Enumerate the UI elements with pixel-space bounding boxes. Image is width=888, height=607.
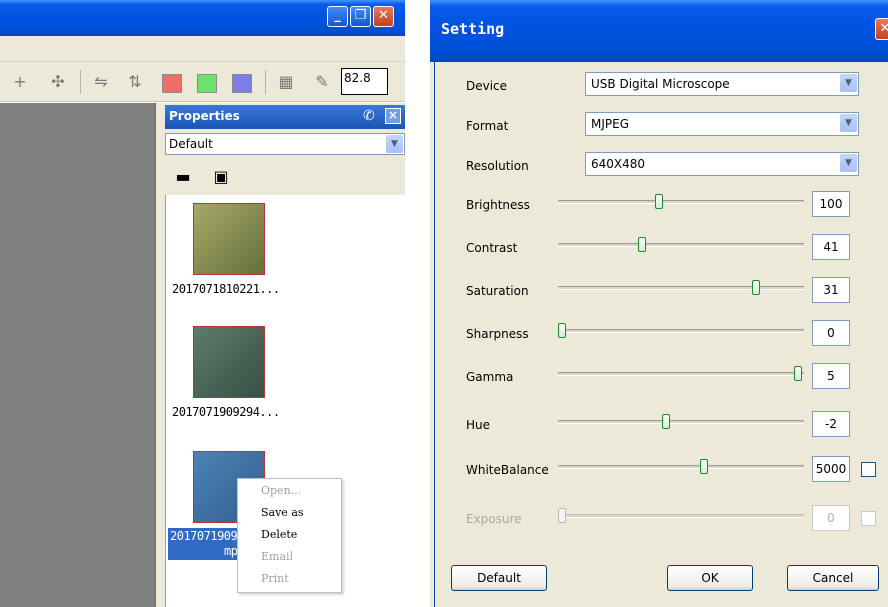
gamma-value[interactable]: 5 bbox=[812, 363, 850, 389]
context-print-item[interactable]: Print bbox=[261, 572, 289, 590]
thumbnail-label: 2017071810221... bbox=[172, 282, 280, 296]
saturation-label: Saturation bbox=[466, 284, 529, 298]
sharpness-label: Sharpness bbox=[466, 327, 529, 341]
exposure-label: Exposure bbox=[466, 512, 522, 526]
chevron-down-icon[interactable]: ▼ bbox=[840, 74, 857, 92]
minimize-button[interactable]: _ bbox=[327, 6, 348, 27]
properties-mode-select[interactable]: Default ▼ bbox=[165, 133, 405, 155]
contrast-value[interactable]: 41 bbox=[812, 234, 850, 260]
measure-icon[interactable]: ✎ bbox=[312, 72, 332, 92]
menu-bar bbox=[0, 36, 405, 62]
context-delete-item[interactable]: Delete bbox=[261, 528, 297, 546]
pin-icon[interactable]: ✆ bbox=[363, 108, 375, 124]
hue-slider[interactable] bbox=[558, 414, 804, 429]
panel-close-icon[interactable]: × bbox=[385, 108, 401, 124]
thumbnail-label: 2017071909 bbox=[170, 529, 238, 543]
settings-dialog: Setting ✕ Device USB Digital Microscope … bbox=[430, 0, 888, 607]
format-value: MJPEG bbox=[591, 117, 630, 131]
main-window: _ ❐ ✕ + ✣ ⇋ ⇅ ▦ ✎ 82.8 Properties ✆ × De… bbox=[0, 0, 405, 607]
chevron-down-icon[interactable]: ▼ bbox=[386, 135, 403, 153]
context-save-as-item[interactable]: Save as bbox=[261, 506, 304, 524]
chevron-down-icon[interactable]: ▼ bbox=[840, 114, 857, 132]
saturation-value[interactable]: 31 bbox=[812, 277, 850, 303]
device-select[interactable]: USB Digital Microscope ▼ bbox=[585, 72, 859, 96]
brightness-label: Brightness bbox=[466, 198, 530, 212]
saturation-slider[interactable] bbox=[558, 280, 804, 295]
sharpness-value[interactable]: 0 bbox=[812, 320, 850, 346]
default-button[interactable]: Default bbox=[451, 565, 547, 591]
color-swatch-blue[interactable] bbox=[232, 74, 252, 93]
hue-value[interactable]: -2 bbox=[812, 411, 850, 437]
close-button[interactable]: ✕ bbox=[373, 6, 394, 27]
contrast-slider[interactable] bbox=[558, 237, 804, 252]
device-value: USB Digital Microscope bbox=[591, 77, 730, 91]
properties-mode-value: Default bbox=[169, 137, 213, 151]
color-swatch-green[interactable] bbox=[197, 74, 217, 93]
hue-label: Hue bbox=[466, 418, 491, 432]
gamma-slider[interactable] bbox=[558, 366, 804, 381]
slider-thumb[interactable] bbox=[655, 194, 663, 209]
slider-thumb[interactable] bbox=[700, 459, 708, 474]
context-menu: Open... Save as Delete Email Print bbox=[237, 478, 342, 593]
exposure-value[interactable]: 0 bbox=[812, 505, 850, 531]
exposure-slider[interactable] bbox=[558, 508, 804, 523]
grid-icon[interactable]: ▦ bbox=[276, 72, 296, 92]
context-email-item[interactable]: Email bbox=[261, 550, 293, 568]
brightness-slider[interactable] bbox=[558, 194, 804, 209]
thumbnail-image[interactable] bbox=[193, 326, 265, 398]
slider-thumb[interactable] bbox=[662, 414, 670, 429]
dialog-close-button[interactable]: ✕ bbox=[875, 18, 888, 40]
chevron-down-icon[interactable]: ▼ bbox=[840, 154, 857, 172]
context-open-item[interactable]: Open... bbox=[261, 484, 301, 502]
thumbnail-label-ext: mp bbox=[224, 544, 238, 558]
toolbar-separator bbox=[80, 70, 81, 94]
whitebalance-slider[interactable] bbox=[558, 459, 804, 474]
contrast-label: Contrast bbox=[466, 241, 518, 255]
flip-horizontal-icon[interactable]: ⇋ bbox=[91, 72, 111, 92]
exposure-auto-checkbox[interactable] bbox=[861, 511, 876, 526]
gamma-label: Gamma bbox=[466, 370, 514, 384]
whitebalance-value[interactable]: 5000 bbox=[812, 456, 850, 482]
whitebalance-label: WhiteBalance bbox=[466, 463, 548, 477]
main-title-bar: _ ❐ ✕ bbox=[0, 0, 405, 36]
color-swatch-red[interactable] bbox=[162, 74, 182, 93]
format-select[interactable]: MJPEG ▼ bbox=[585, 112, 859, 136]
crosshair-icon[interactable]: + bbox=[10, 72, 30, 92]
slider-thumb[interactable] bbox=[558, 323, 566, 338]
splitter[interactable] bbox=[155, 103, 165, 607]
slider-thumb[interactable] bbox=[752, 280, 760, 295]
move-icon[interactable]: ✣ bbox=[48, 72, 68, 92]
format-label: Format bbox=[466, 119, 509, 133]
brightness-value[interactable]: 100 bbox=[812, 191, 850, 217]
resolution-label: Resolution bbox=[466, 159, 529, 173]
image-view-icon[interactable]: ▬ bbox=[174, 168, 192, 186]
slider-thumb[interactable] bbox=[794, 366, 802, 381]
dialog-title: Setting bbox=[441, 20, 505, 38]
zoom-input[interactable]: 82.8 bbox=[341, 68, 388, 95]
properties-title: Properties bbox=[169, 109, 240, 123]
dialog-title-bar: Setting ✕ bbox=[430, 0, 888, 62]
slider-thumb[interactable] bbox=[638, 237, 646, 252]
cancel-button[interactable]: Cancel bbox=[787, 565, 879, 591]
toolbar-separator bbox=[265, 70, 266, 94]
thumbnail-image[interactable] bbox=[193, 203, 265, 275]
properties-icon-bar: ▬ ▣ bbox=[165, 161, 405, 193]
maximize-button[interactable]: ❐ bbox=[350, 6, 371, 27]
dialog-body: Device USB Digital Microscope ▼ Format M… bbox=[434, 62, 888, 607]
device-label: Device bbox=[466, 79, 508, 93]
whitebalance-auto-checkbox[interactable] bbox=[861, 462, 876, 477]
resolution-value: 640X480 bbox=[591, 157, 646, 171]
slider-thumb[interactable] bbox=[558, 508, 566, 523]
image-canvas[interactable] bbox=[0, 103, 155, 607]
flip-vertical-icon[interactable]: ⇅ bbox=[125, 72, 145, 92]
thumbnail-label: 2017071909294... bbox=[172, 405, 280, 419]
sharpness-slider[interactable] bbox=[558, 323, 804, 338]
video-view-icon[interactable]: ▣ bbox=[212, 168, 230, 186]
ok-button[interactable]: OK bbox=[667, 565, 753, 591]
resolution-select[interactable]: 640X480 ▼ bbox=[585, 152, 859, 176]
properties-header: Properties ✆ × bbox=[165, 105, 405, 129]
